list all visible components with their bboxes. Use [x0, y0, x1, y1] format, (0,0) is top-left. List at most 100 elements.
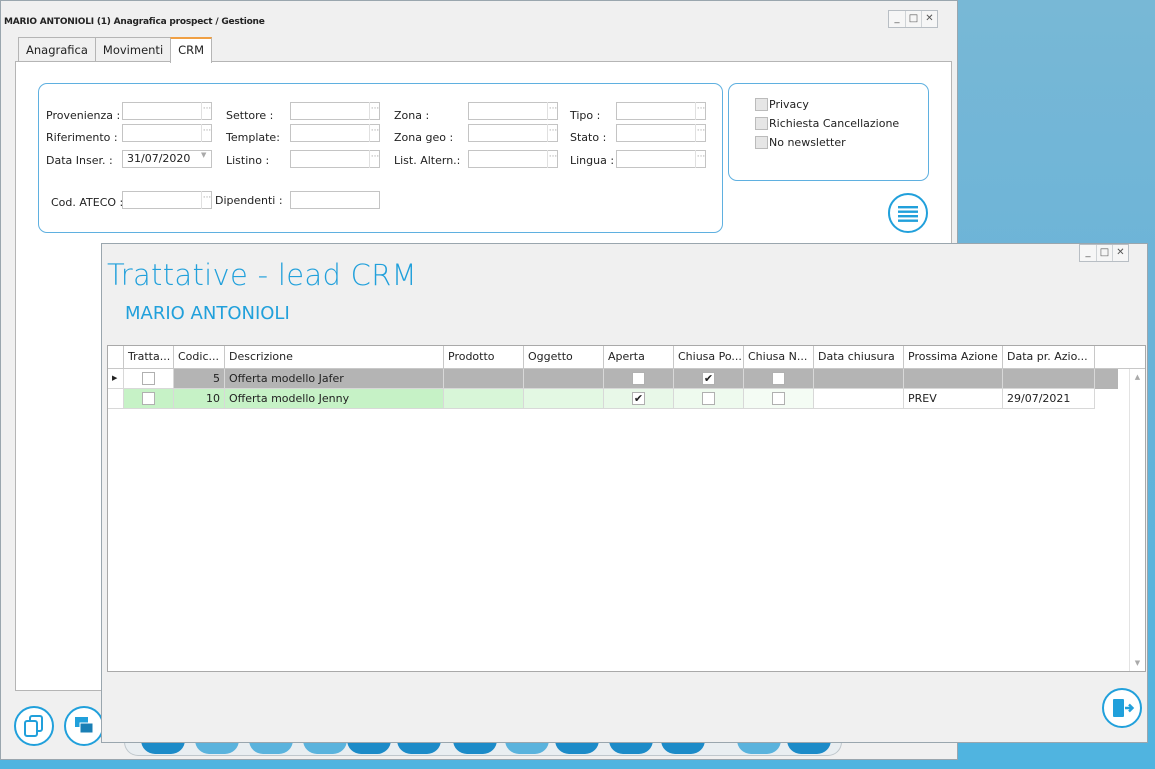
close-button[interactable]: ✕ — [1112, 245, 1128, 261]
ellipsis-icon[interactable]: ··· — [201, 191, 212, 209]
data-chiusura-cell — [814, 369, 904, 389]
listino-field[interactable]: ··· — [290, 150, 380, 168]
riferimento-label: Riferimento : — [46, 131, 118, 144]
no-newsletter-label: No newsletter — [769, 136, 846, 149]
column-header[interactable]: Prodotto — [444, 346, 524, 368]
zona-geo-field[interactable]: ··· — [468, 124, 558, 142]
menu-button[interactable] — [888, 193, 928, 233]
ellipsis-icon[interactable]: ··· — [547, 124, 558, 142]
aperta-cell[interactable]: ✔ — [604, 389, 674, 409]
stato-field[interactable]: ··· — [616, 124, 706, 142]
checkmark-icon[interactable]: ✔ — [702, 372, 715, 385]
column-header[interactable]: Chiusa Po... — [674, 346, 744, 368]
prossima-azione-cell: PREV — [904, 389, 1003, 409]
column-header[interactable]: Data chiusura — [814, 346, 904, 368]
chiusa-neg-cell[interactable] — [744, 369, 814, 389]
table-row[interactable]: 10 Offerta modello Jenny ✔ PREV 29/07/20… — [108, 389, 1118, 409]
data-chiusura-cell — [814, 389, 904, 409]
dipendenti-field[interactable] — [290, 191, 380, 209]
prodotto-cell — [444, 369, 524, 389]
windows-button[interactable] — [64, 706, 104, 746]
template-label: Template: — [226, 131, 280, 144]
exit-door-icon — [1113, 699, 1135, 717]
checkbox[interactable] — [772, 372, 785, 385]
checkmark-icon[interactable]: ✔ — [632, 392, 645, 405]
chiusa-pos-cell[interactable] — [674, 389, 744, 409]
no-newsletter-checkbox[interactable]: No newsletter — [755, 136, 846, 149]
tab-anagrafica[interactable]: Anagrafica — [18, 37, 96, 62]
exit-button[interactable] — [1102, 688, 1142, 728]
chiusa-pos-cell[interactable]: ✔ — [674, 369, 744, 389]
trattativa-cell[interactable] — [124, 369, 174, 389]
list-altern-label: List. Altern.: — [394, 154, 461, 167]
checkbox-box[interactable] — [755, 117, 768, 130]
lingua-label: Lingua : — [570, 154, 615, 167]
maximize-button[interactable]: □ — [905, 11, 921, 27]
window-controls: _ □ ✕ — [1079, 244, 1129, 262]
checkbox[interactable] — [142, 392, 155, 405]
ellipsis-icon[interactable]: ··· — [547, 102, 558, 120]
codice-cell: 10 — [174, 389, 225, 409]
cod-ateco-field[interactable]: ··· — [122, 191, 212, 209]
checkbox[interactable] — [772, 392, 785, 405]
crm-customer-name: MARIO ANTONIOLI — [125, 303, 290, 324]
data-inser-field[interactable]: 31/07/2020 — [122, 150, 212, 168]
close-button[interactable]: ✕ — [921, 11, 937, 27]
column-header[interactable]: Codic... — [174, 346, 225, 368]
riferimento-field[interactable]: ··· — [122, 124, 212, 142]
ellipsis-icon[interactable]: ··· — [695, 102, 706, 120]
row-selector-arrow-icon: ▶ — [108, 369, 124, 389]
column-header[interactable]: Oggetto — [524, 346, 604, 368]
ellipsis-icon[interactable]: ··· — [201, 124, 212, 142]
vertical-scrollbar[interactable]: ▲ ▼ — [1129, 369, 1145, 671]
scroll-up-icon[interactable]: ▲ — [1130, 373, 1145, 381]
privacy-checkbox[interactable]: Privacy — [755, 98, 809, 111]
grid-header: Tratta... Codic... Descrizione Prodotto … — [108, 346, 1145, 369]
checkbox[interactable] — [142, 372, 155, 385]
richiesta-cancellazione-checkbox[interactable]: Richiesta Cancellazione — [755, 117, 899, 130]
list-altern-field[interactable]: ··· — [468, 150, 558, 168]
settore-field[interactable]: ··· — [290, 102, 380, 120]
zona-label: Zona : — [394, 109, 430, 122]
checkbox-box[interactable] — [755, 98, 768, 111]
ellipsis-icon[interactable]: ··· — [695, 150, 706, 168]
checkbox[interactable] — [702, 392, 715, 405]
column-header[interactable]: Tratta... — [124, 346, 174, 368]
maximize-button[interactable]: □ — [1096, 245, 1112, 261]
ellipsis-icon[interactable]: ··· — [547, 150, 558, 168]
provenienza-field[interactable]: ··· — [122, 102, 212, 120]
table-row[interactable]: ▶ 5 Offerta modello Jafer ✔ — [108, 369, 1118, 389]
ellipsis-icon[interactable]: ··· — [695, 124, 706, 142]
chiusa-neg-cell[interactable] — [744, 389, 814, 409]
chevron-down-icon[interactable]: ▼ — [201, 151, 206, 159]
settore-label: Settore : — [226, 109, 274, 122]
column-header[interactable]: Prossima Azione — [904, 346, 1003, 368]
trattativa-cell[interactable] — [124, 389, 174, 409]
template-field[interactable]: ··· — [290, 124, 380, 142]
tab-crm[interactable]: CRM — [170, 37, 213, 63]
zona-field[interactable]: ··· — [468, 102, 558, 120]
zona-geo-label: Zona geo : — [394, 131, 454, 144]
minimize-button[interactable]: _ — [1080, 245, 1096, 261]
ellipsis-icon[interactable]: ··· — [369, 102, 380, 120]
ellipsis-icon[interactable]: ··· — [369, 124, 380, 142]
aperta-cell[interactable] — [604, 369, 674, 389]
row-indicator-header — [108, 346, 124, 368]
listino-label: Listino : — [226, 154, 270, 167]
tipo-field[interactable]: ··· — [616, 102, 706, 120]
column-header[interactable]: Aperta — [604, 346, 674, 368]
tab-movimenti[interactable]: Movimenti — [94, 37, 172, 62]
column-header[interactable]: Descrizione — [225, 346, 444, 368]
scroll-down-icon[interactable]: ▼ — [1130, 659, 1145, 667]
crm-window-title: Trattative - lead CRM — [107, 258, 418, 292]
lingua-field[interactable]: ··· — [616, 150, 706, 168]
checkbox[interactable] — [632, 372, 645, 385]
minimize-button[interactable]: _ — [889, 11, 905, 27]
copy-button[interactable] — [14, 706, 54, 746]
column-header[interactable]: Chiusa N... — [744, 346, 814, 368]
ellipsis-icon[interactable]: ··· — [201, 102, 212, 120]
checkbox-box[interactable] — [755, 136, 768, 149]
column-header[interactable]: Data pr. Azio... — [1003, 346, 1095, 368]
crm-fields-group: Provenienza : ··· Riferimento : ··· Data… — [38, 83, 723, 233]
ellipsis-icon[interactable]: ··· — [369, 150, 380, 168]
